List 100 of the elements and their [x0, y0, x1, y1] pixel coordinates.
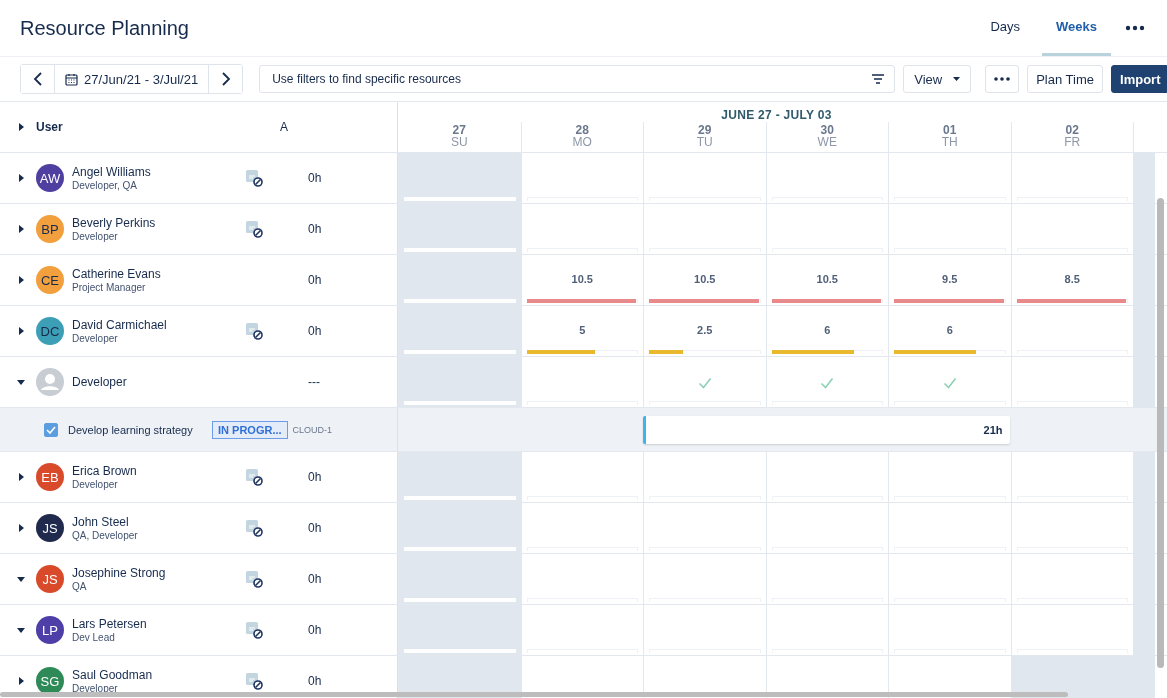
expand-caret-icon[interactable]: [16, 676, 26, 686]
user-role: Dev Lead: [72, 632, 116, 643]
check-icon: [942, 377, 957, 389]
caret-icon: [953, 77, 961, 81]
hours-value: 2.5: [696, 324, 714, 336]
user-name: John Steel: [72, 515, 130, 529]
chevron-left-icon: [32, 72, 43, 86]
user-role: Project Manager: [72, 282, 147, 293]
hours-total: 0h: [308, 273, 322, 287]
expand-caret-icon[interactable]: [16, 122, 26, 132]
weekday-label: MO: [572, 136, 592, 148]
check-icon: [820, 377, 835, 389]
day-number: 28: [575, 124, 589, 136]
plan-time-button[interactable]: Plan Time: [1027, 65, 1103, 93]
hours-total: ---: [308, 375, 320, 389]
day-number: 27: [452, 124, 466, 136]
avatar: SG: [36, 667, 64, 695]
day-number: 02: [1065, 124, 1079, 136]
hours-total: 0h: [308, 572, 322, 586]
avatar: JS: [36, 514, 64, 542]
column-header[interactable]: User: [36, 120, 280, 134]
avatar: BP: [36, 215, 64, 243]
hours-total: 0h: [308, 171, 322, 185]
weekday-label: TU: [696, 136, 713, 148]
user-role: Developer: [72, 333, 119, 344]
hours-value: 10.5: [570, 273, 594, 285]
expand-caret-icon[interactable]: [16, 173, 26, 183]
day-number: 29: [698, 124, 712, 136]
role-name: Developer: [72, 375, 128, 389]
expand-caret-icon[interactable]: [16, 224, 26, 234]
hours-value: 9.5: [941, 273, 959, 285]
filter-icon[interactable]: [872, 74, 885, 84]
blocked-calendar-icon: [245, 468, 263, 486]
blocked-calendar-icon: [245, 519, 263, 537]
avatar: LP: [36, 616, 64, 644]
task-name: Develop learning strategy: [68, 423, 194, 436]
hours-value: 10.5: [815, 273, 839, 285]
blocked-calendar-icon: [245, 169, 263, 187]
hours-total: 0h: [308, 521, 322, 535]
user-role: QA, Developer: [72, 530, 139, 541]
collapse-caret-icon[interactable]: [16, 574, 26, 584]
view-tab[interactable]: Days: [976, 0, 1035, 56]
user-role: Developer: [72, 231, 119, 242]
expand-caret-icon[interactable]: [16, 472, 26, 482]
user-name: Saul Goodman: [72, 668, 154, 682]
hours-total: 0h: [308, 623, 322, 637]
hours-total: 0h: [308, 324, 322, 338]
period-label: JUNE 27 - JULY 03: [720, 107, 833, 122]
user-role: Developer: [72, 683, 119, 694]
avatar: CE: [36, 266, 64, 294]
weekday-label: FR: [1064, 136, 1081, 148]
more-button[interactable]: [985, 65, 1020, 93]
chevron-right-icon: [220, 72, 231, 86]
calendar-icon: [65, 72, 78, 86]
avatar: DC: [36, 317, 64, 345]
user-role: QA: [72, 581, 88, 592]
blocked-calendar-icon: [245, 621, 263, 639]
filter-field[interactable]: Use filters to find specific resources: [259, 65, 896, 93]
user-role: Developer, QA: [72, 180, 139, 191]
hours-value: 6: [823, 324, 832, 336]
hours-value: 6: [945, 324, 954, 336]
hours-total: 0h: [308, 222, 322, 236]
checkbox[interactable]: [44, 422, 58, 437]
status-lozenge: IN PROGR...: [212, 420, 288, 439]
collapse-caret-icon[interactable]: [16, 625, 26, 635]
user-role: Developer: [72, 479, 119, 490]
person-icon: [36, 368, 64, 396]
column-header[interactable]: A: [280, 120, 288, 134]
view-tab[interactable]: Weeks: [1042, 0, 1111, 56]
expand-caret-icon[interactable]: [16, 523, 26, 533]
user-name: Erica Brown: [72, 464, 138, 478]
hours-value: 5: [578, 324, 587, 336]
date-range-button[interactable]: 27/Jun/21 - 3/Jul/21: [54, 65, 210, 93]
user-name: Catherine Evans: [72, 267, 162, 281]
blocked-calendar-icon: [245, 570, 263, 588]
avatar: JS: [36, 565, 64, 593]
horizontal-scrollbar[interactable]: [0, 692, 1068, 697]
issue-key[interactable]: CLOUD-1: [292, 424, 333, 435]
expand-caret-icon[interactable]: [16, 275, 26, 285]
blocked-calendar-icon: [245, 672, 263, 690]
weekday-label: TH: [941, 136, 958, 148]
user-name: Beverly Perkins: [72, 216, 157, 230]
more-icon: [994, 77, 1011, 81]
task-bar[interactable]: 21h: [643, 415, 1010, 444]
user-name: Angel Williams: [72, 165, 152, 179]
blocked-calendar-icon: [245, 220, 263, 238]
avatar: AW: [36, 164, 64, 192]
hours-value: 8.5: [1063, 273, 1081, 285]
import-button[interactable]: Import: [1111, 65, 1167, 93]
user-name: David Carmichael: [72, 318, 168, 332]
user-name: Lars Petersen: [72, 617, 148, 631]
blocked-calendar-icon: [245, 322, 263, 340]
weekday-label: SU: [450, 136, 468, 148]
day-number: 01: [943, 124, 957, 136]
vertical-scrollbar[interactable]: [1157, 198, 1164, 668]
hours-total: 0h: [308, 470, 322, 484]
expand-caret-icon[interactable]: [16, 326, 26, 336]
collapse-caret-icon[interactable]: [16, 377, 26, 387]
page-title: Resource Planning: [20, 16, 190, 40]
view-dropdown[interactable]: View: [903, 65, 972, 93]
